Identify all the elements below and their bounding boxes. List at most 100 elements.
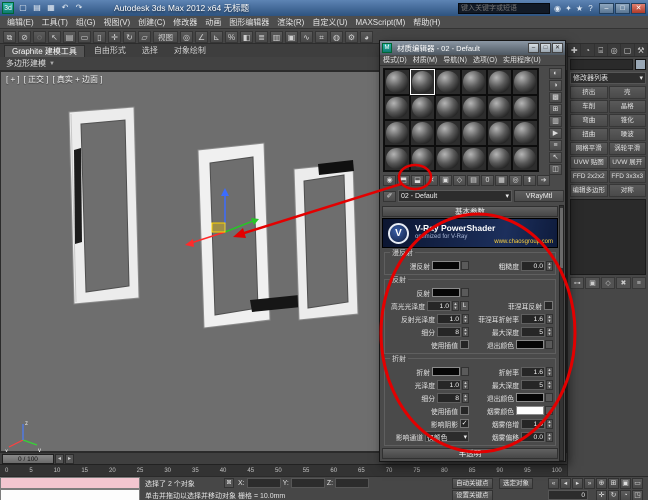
use-pivot-center-icon[interactable]: ◎ [180,30,193,43]
put-to-scene-icon[interactable]: ⬒ [397,175,410,186]
select-object-icon[interactable]: ↖ [48,30,61,43]
menu-item-6[interactable]: 动画 [201,17,225,28]
rollout-translucency[interactable]: 半透明 [382,448,558,459]
menu-item-8[interactable]: 渲染(R) [273,17,308,28]
coord-field-2[interactable] [335,478,370,488]
viewport-menu-pov[interactable]: [ 正交 ] [24,75,49,84]
map-button[interactable] [461,367,469,376]
sample-uv-tiling-icon[interactable]: ⊞ [549,104,562,115]
next-frame-arrow-icon[interactable]: ▸ [65,453,74,464]
field-of-view-icon[interactable]: ◔ [620,490,631,500]
value-field[interactable]: 1.0 [427,300,451,311]
modify-tab-icon[interactable]: ◔ [581,44,595,56]
map-button[interactable] [545,340,553,349]
curve-editor-icon[interactable]: ∿ [300,30,313,43]
application-menu-icon[interactable]: 3d [2,2,14,14]
previous-frame-icon[interactable]: ◂ [560,478,571,489]
rectangular-region-icon[interactable]: ▭ [78,30,91,43]
ribbon-tab-2[interactable]: 选择 [135,45,165,57]
material-sample-slot[interactable] [486,94,513,120]
spinner[interactable]: ▲ ▼ [452,300,459,311]
material-editor-menu-2[interactable]: 导航(N) [440,55,470,65]
open-file-icon[interactable]: ▤ [31,2,43,14]
reference-coordinate-dropdown[interactable]: 视图 [153,30,178,43]
options-icon[interactable]: ≡ [549,140,562,151]
modifier-button[interactable]: 弯曲 [570,114,608,127]
video-color-check-icon[interactable]: ▥ [549,116,562,127]
motion-tab-icon[interactable]: ◎ [608,44,622,56]
material-sample-slot[interactable] [435,94,461,120]
modifier-button[interactable]: 锥化 [608,114,646,127]
menu-item-5[interactable]: 修改器 [169,17,201,28]
material-sample-slot[interactable] [435,120,461,146]
modifier-button[interactable]: 壳 [608,86,646,99]
maximize-button[interactable]: □ [615,2,630,14]
set-key-button[interactable]: 设置关键点 [452,490,493,500]
unlink-selection-icon[interactable]: ⊘ [18,30,31,43]
map-button[interactable] [461,288,469,297]
select-by-material-icon[interactable]: ↖ [549,152,562,163]
material-sample-slot[interactable] [384,94,410,120]
menu-item-4[interactable]: 创建(C) [134,17,169,28]
material-sample-slot[interactable] [384,120,410,146]
value-field[interactable]: 8 [437,326,461,337]
remove-modifier-icon[interactable]: ✖ [616,277,631,289]
put-to-library-icon[interactable]: ▤ [467,175,480,186]
modifier-button[interactable]: 晶格 [608,100,646,113]
lock-button[interactable]: L [460,300,469,311]
pick-material-eyedropper-icon[interactable]: ✐ [383,190,396,202]
redo-icon[interactable]: ↷ [73,2,85,14]
previous-frame-arrow-icon[interactable]: ◂ [55,453,64,464]
viewport-menu-general[interactable]: [ + ] [6,75,20,84]
modifier-list-dropdown[interactable]: 修改器列表 ▾ [570,72,646,84]
make-unique-icon[interactable]: ◇ [453,175,466,186]
material-sample-slot[interactable] [486,145,513,171]
utilities-tab-icon[interactable]: ⚒ [635,44,648,56]
snap-toggle-icon[interactable]: ∠ [195,30,208,43]
material-name-dropdown[interactable]: 02 - Default ▾ [398,190,512,202]
material-sample-slot[interactable] [384,145,410,171]
checkbox[interactable] [544,301,553,310]
material-sample-slot[interactable] [460,120,487,146]
sample-type-icon[interactable]: ◐ [549,68,562,79]
modifier-button[interactable]: 挤出 [570,86,608,99]
material-editor-menu-1[interactable]: 材质(M) [410,55,441,65]
create-tab-icon[interactable]: ✚ [568,44,582,56]
zoom-all-icon[interactable]: ⊞ [608,478,619,489]
material-sample-slot[interactable] [409,69,436,95]
close-button[interactable]: ✕ [631,2,646,14]
go-to-start-icon[interactable]: « [548,478,559,489]
modifier-button[interactable]: 编辑多边形 [570,184,608,197]
checkbox[interactable]: ✓ [460,419,469,428]
value-field[interactable]: 1.0 [437,379,461,390]
value-field[interactable]: 5 [521,379,545,390]
modifier-button[interactable]: FFD 2x2x2 [570,170,608,183]
material-sample-slot[interactable] [409,145,436,171]
spinner[interactable]: ▲ ▼ [546,418,553,429]
favorites-icon[interactable]: ★ [574,3,585,14]
make-unique-icon[interactable]: ◇ [600,277,616,289]
map-button[interactable] [545,406,553,415]
make-material-copy-icon[interactable]: ▣ [439,175,452,186]
menu-item-2[interactable]: 组(G) [72,17,100,28]
undo-icon[interactable]: ↶ [59,2,71,14]
reset-map-icon[interactable]: ✕ [425,175,438,186]
modifier-stack[interactable] [570,199,646,275]
modifier-button[interactable]: 涡轮平滑 [608,142,646,155]
spinner[interactable]: ▲ ▼ [546,313,553,324]
graphite-toggle-icon[interactable]: ▣ [285,30,298,43]
modifier-button[interactable]: 网格平滑 [570,142,608,155]
hierarchy-tab-icon[interactable]: ⌸ [595,44,608,56]
menu-item-10[interactable]: MAXScript(M) [351,18,409,27]
value-field[interactable]: 0.0 [521,431,545,442]
configure-modifier-sets-icon[interactable]: ≡ [631,277,647,289]
minimize-button[interactable]: – [599,2,614,14]
spinner[interactable]: ▲ ▼ [546,431,553,442]
angle-snap-icon[interactable]: ⊾ [210,30,223,43]
schematic-view-icon[interactable]: ⌗ [315,30,328,43]
dropdown-field[interactable]: 仅颜色 ▾ [425,431,469,442]
color-swatch[interactable] [432,367,460,376]
material-sample-slot[interactable] [512,145,538,171]
viewport-menu-shading[interactable]: [ 真实 + 边面 ] [52,75,102,84]
me-close-button[interactable]: ✕ [552,43,563,53]
